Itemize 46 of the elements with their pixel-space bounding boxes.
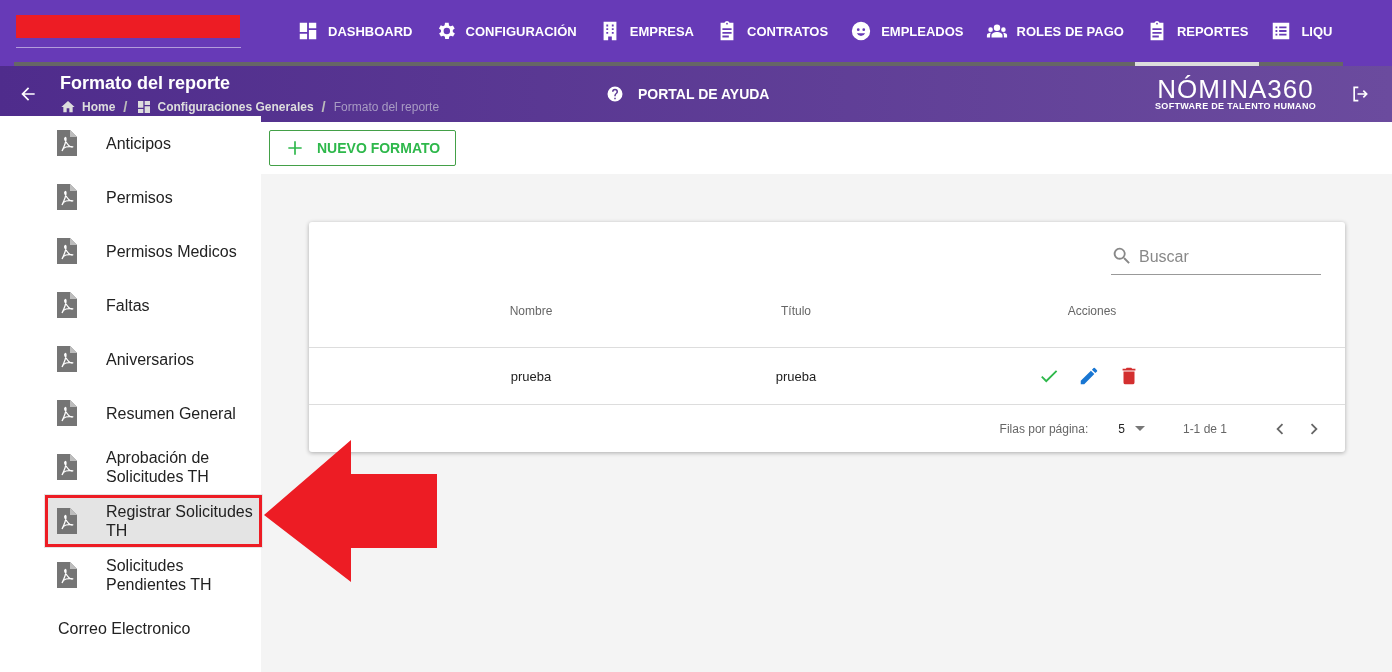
page-title: Formato del reporte bbox=[60, 73, 232, 94]
face-icon bbox=[850, 20, 873, 42]
rows-per-page-select[interactable]: 5 bbox=[1112, 420, 1151, 437]
search-icon bbox=[1111, 245, 1139, 275]
logout-icon[interactable] bbox=[1350, 84, 1370, 104]
breadcrumb-separator: / bbox=[123, 98, 128, 115]
pdf-file-icon bbox=[57, 508, 77, 534]
dropdown-caret-icon bbox=[1134, 426, 1145, 431]
sidebar-item[interactable]: Registrar Solicitudes TH bbox=[44, 494, 263, 548]
pdf-file-icon bbox=[57, 184, 77, 210]
sidebar-item[interactable]: Anticipos bbox=[0, 116, 261, 170]
logo-wordmark: NÓMINA360 bbox=[1157, 77, 1314, 101]
help-icon bbox=[606, 85, 624, 103]
sidebar-item[interactable]: Aprobación de Solicitudes TH bbox=[0, 440, 261, 494]
pdf-file-icon bbox=[57, 238, 77, 264]
plus-icon bbox=[285, 138, 305, 158]
help-portal-link[interactable]: PORTAL DE AYUDA bbox=[600, 84, 776, 104]
breadcrumb-link[interactable]: Configuraciones Generales bbox=[157, 99, 314, 114]
table-cell: prueba bbox=[775, 368, 817, 384]
rows-per-page-label: Filas por página: bbox=[999, 421, 1089, 436]
breadcrumb-separator: / bbox=[321, 98, 326, 115]
pdf-file-icon bbox=[57, 454, 77, 480]
pdf-file-icon bbox=[57, 346, 77, 372]
search-field[interactable]: Buscar bbox=[1139, 244, 1321, 275]
sidebar-item[interactable]: Faltas bbox=[0, 278, 261, 332]
table-cell: prueba bbox=[510, 368, 552, 384]
dashboard-icon bbox=[135, 98, 152, 115]
breadcrumb-link[interactable]: Home bbox=[82, 99, 116, 114]
home-icon bbox=[60, 98, 76, 115]
pdf-file-icon bbox=[57, 130, 77, 156]
edit-pencil-icon[interactable] bbox=[1078, 365, 1100, 387]
sidebar-item[interactable]: Solicitudes Pendientes TH bbox=[0, 548, 261, 602]
pdf-file-icon bbox=[57, 562, 77, 588]
column-header: Nombre bbox=[509, 304, 553, 318]
logo-tagline: SOFTWARE DE TALENTO HUMANO bbox=[1155, 101, 1316, 111]
pdf-file-icon bbox=[57, 400, 77, 426]
pdf-file-icon bbox=[57, 292, 77, 318]
column-header: Acciones bbox=[1067, 304, 1117, 318]
sidebar-item[interactable]: Permisos Medicos bbox=[0, 224, 261, 278]
sidebar-item[interactable]: Permisos bbox=[0, 170, 261, 224]
sidebar-item[interactable]: Correo Electronico bbox=[0, 602, 261, 656]
pagination-range: 1-1 de 1 bbox=[1182, 421, 1227, 436]
sidebar-item[interactable]: Resumen General bbox=[0, 386, 261, 440]
column-header: Título bbox=[781, 304, 811, 318]
sidebar-item[interactable]: Aniversarios bbox=[0, 332, 261, 386]
dashboard-icon bbox=[297, 20, 319, 42]
